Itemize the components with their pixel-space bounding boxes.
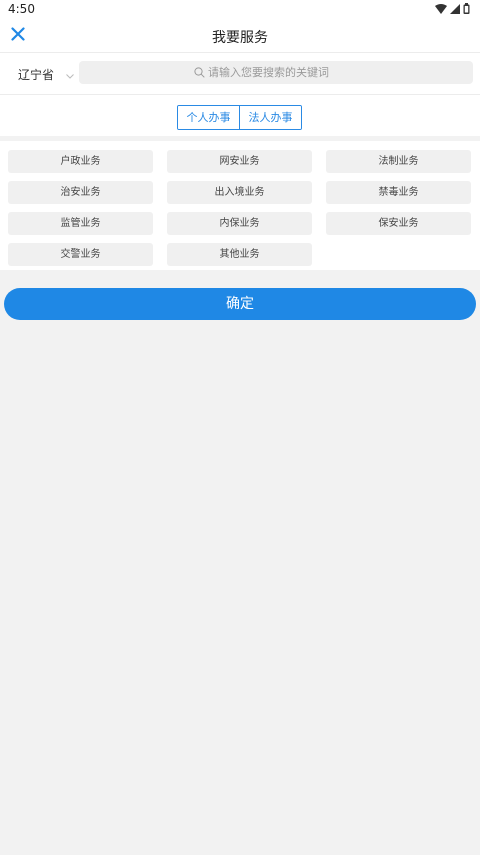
page-title: 我要服务	[212, 30, 268, 46]
search-row: 辽宁省	[0, 53, 480, 95]
chevron-down-icon	[66, 68, 74, 82]
status-icons	[435, 3, 470, 14]
province-selector[interactable]: 辽宁省	[18, 66, 74, 83]
category-item[interactable]: 法制业务	[326, 150, 471, 173]
confirm-button[interactable]: 确定	[4, 288, 476, 320]
tab-corporate[interactable]: 法人办事	[239, 106, 301, 129]
status-time: 4:50	[8, 2, 35, 16]
category-item[interactable]: 治安业务	[8, 181, 153, 204]
title-bar: 我要服务	[0, 18, 480, 53]
search-box[interactable]	[79, 61, 473, 84]
category-item[interactable]: 其他业务	[167, 243, 312, 266]
category-panel: 户政业务 网安业务 法制业务 治安业务 出入境业务 禁毒业务 监管业务 内保业务…	[0, 141, 480, 270]
tab-group: 个人办事 法人办事	[177, 105, 302, 130]
wifi-icon	[435, 3, 447, 14]
category-item[interactable]: 出入境业务	[167, 181, 312, 204]
category-item[interactable]: 禁毒业务	[326, 181, 471, 204]
tabs-row: 个人办事 法人办事	[0, 95, 480, 136]
category-item[interactable]: 内保业务	[167, 212, 312, 235]
search-icon	[194, 63, 205, 82]
category-item[interactable]: 户政业务	[8, 150, 153, 173]
province-label: 辽宁省	[18, 68, 55, 82]
category-item[interactable]: 网安业务	[167, 150, 312, 173]
status-bar: 4:50	[0, 0, 480, 18]
category-item[interactable]: 交警业务	[8, 243, 153, 266]
battery-icon	[463, 3, 470, 14]
search-input[interactable]	[208, 66, 358, 79]
category-grid: 户政业务 网安业务 法制业务 治安业务 出入境业务 禁毒业务 监管业务 内保业务…	[8, 150, 471, 266]
category-item[interactable]: 保安业务	[326, 212, 471, 235]
tab-personal[interactable]: 个人办事	[178, 106, 239, 129]
signal-icon	[450, 3, 460, 14]
category-item[interactable]: 监管业务	[8, 212, 153, 235]
